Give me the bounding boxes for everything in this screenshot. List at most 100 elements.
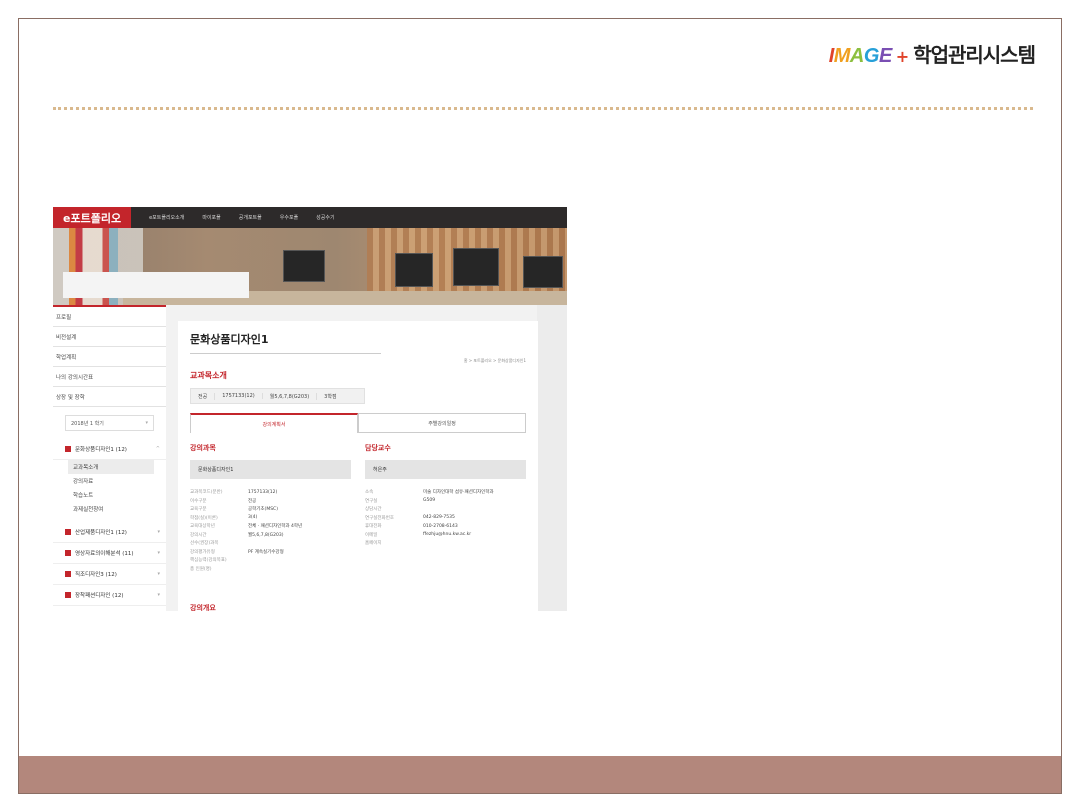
brand-letter: A [849,45,864,67]
course-header: 강의과목 [190,444,216,452]
detail-label: 연구실전화번호 [365,515,394,521]
detail-label: 선수(권장)과목 [190,541,219,547]
brand-letter: G [863,45,880,67]
sidebar-item-awards[interactable]: 상장 및 장학 [53,387,166,407]
sidebar-course[interactable]: 영상자료의이해분석 (11) ▾ [53,543,166,564]
detail-value: 미술 디자인대학 섬유·패션디자인학과 [423,490,494,496]
book-icon [65,446,71,452]
semester-select[interactable]: 2018년 1 학기 ▾ [65,415,154,431]
sidebar-sub-assignments[interactable]: 과제실천창여 [53,502,166,516]
detail-value: 3(4) [248,515,258,521]
detail-row: 교육대상학년 전체 · 패션디자인학과 4학년 [190,522,351,531]
course-name-box: 문화상품디자인1 [190,460,351,479]
sidebar-course[interactable]: 장착패션디자인 (12) ▾ [53,585,166,606]
portfolio-sidebar: 프로필 비전설계 학업계획 나의 강의시간표 상장 및 장학 2018년 1 학… [53,305,166,611]
detail-value: 010-2708-6143 [423,523,458,529]
detail-row: 이수구분 전공 [190,497,351,506]
detail-value: ffezhju@hnu.kw.ac.kr [423,532,472,538]
nav-item-my[interactable]: 마이포폴 [202,214,220,221]
detail-label: 총 인원(명) [190,566,212,572]
course-name: 산업제품디자인1 (12) [75,530,127,536]
info-code: 1757133(12) [215,393,263,399]
detail-row: 핵심능력(강의목표) [190,556,351,565]
detail-label: 핵심능력(강의목표) [190,558,227,564]
sidebar-course[interactable]: 직조디자인3 (12) ▾ [53,564,166,585]
detail-value: 공학기초(MSC) [248,507,278,513]
nav-item-intro[interactable]: e포트폴리오소개 [149,214,184,221]
detail-label: 교과목코드(분반) [190,490,223,496]
detail-label: 이수구분 [190,498,207,504]
sidebar-sub-notes[interactable]: 학습노트 [53,488,166,502]
sidebar-course[interactable]: 산업제품디자인1 (12) ▾ [53,522,166,543]
chevron-down-icon: ▾ [157,592,160,598]
detail-value: 1757133(12) [248,489,278,495]
professor-header: 담당교수 [365,444,391,452]
monitor-image [283,250,325,282]
info-category: 전공 [191,392,216,400]
sidebar-item-study-plan[interactable]: 학업계획 [53,347,166,367]
sidebar-sub-course-intro[interactable]: 교과목소개 [68,460,154,474]
detail-row: 소속 미술 디자인대학 섬유·패션디자인학과 [365,488,526,497]
sidebar-item-vision[interactable]: 비전설계 [53,327,166,347]
chevron-up-icon: ^ [155,446,160,452]
course-name: 장착패션디자인 (12) [75,593,124,599]
presentation-slide: IMAGE + 학업관리시스템 e포트폴리오 e포트폴리오소개 마이포폴 공개포… [18,18,1062,794]
brand-letter: M [833,45,851,67]
nav-item-public[interactable]: 공개포트폴 [239,214,262,221]
sidebar-course[interactable]: 문화상품디자인1 (12) ^ [53,439,166,460]
detail-row: 상담시간 [365,505,526,514]
course-detail-rows: 교과목코드(분반) 1757133(12) 이수구분 전공 교육구분 공학기초(MSC) 학… [190,488,351,573]
portal-top-nav: e포트폴리오 e포트폴리오소개 마이포폴 공개포트폴 우수포폴 성공수기 [53,207,567,228]
info-credits: 3학점 [324,393,337,400]
detail-label: 상담시간 [365,507,382,513]
detail-row: 교과목코드(분반) 1757133(12) [190,488,351,497]
detail-label: 이메일 [365,532,378,538]
detail-row: 홈페이지 [365,539,526,548]
course-name: 직조디자인3 (12) [75,572,117,578]
detail-value: 월5,6,7,8(G203) [248,532,284,538]
detail-label: 교육구분 [190,507,207,513]
sidebar-item-profile[interactable]: 프로필 [53,307,166,327]
right-gutter [537,305,567,611]
detail-value: 042-829-7535 [423,515,455,521]
dotted-divider [53,107,1033,110]
course-name: 문화상품디자인1 (12) [75,447,127,453]
detail-value: 전체 · 패션디자인학과 4학년 [248,524,303,530]
portfolio-screenshot: e포트폴리오 e포트폴리오소개 마이포폴 공개포트폴 우수포폴 성공수기 프로필… [53,207,567,611]
detail-value: G509 [423,498,436,504]
sidebar-sub-materials[interactable]: 강의자료 [53,474,166,488]
book-icon [65,571,71,577]
semester-value: 2018년 1 학기 [71,420,104,427]
syllabus-columns: 강의과목 문화상품디자인1 교과목코드(분반) 1757133(12) 이수구분 전공… [190,443,526,573]
sidebar-item-timetable[interactable]: 나의 강의시간표 [53,367,166,387]
detail-label: 소속 [365,490,374,496]
footer-bar [19,756,1061,793]
overview-title: 강의개요 [190,604,216,611]
detail-row: 연구실 G509 [365,497,526,506]
tab-syllabus[interactable]: 강의계획서 [190,413,358,433]
monitor-image [453,248,499,286]
breadcrumb: 홈 > 포트폴리오 > 문화상품디자인1 [463,358,526,363]
detail-row: 교육구분 공학기초(MSC) [190,505,351,514]
chevron-down-icon: ▾ [157,571,160,577]
portal-logo[interactable]: e포트폴리오 [53,207,132,228]
brand-image-text: IMAGE [829,45,893,68]
page-title: 문화상품디자인1 [190,331,381,354]
book-icon [65,550,71,556]
tab-weekly-schedule[interactable]: 주별강의일정 [358,413,526,433]
detail-row: 강의평가유형 PF 계속실기수강형 [190,548,351,557]
detail-row: 이메일 ffezhju@hnu.kw.ac.kr [365,531,526,540]
brand-plus: + [895,47,910,66]
section-title: 교과목소개 [190,371,227,380]
brand-system-name: 학업관리시스템 [913,43,1036,67]
brand-letter: E [878,45,892,67]
book-icon [65,592,71,598]
chevron-down-icon: ▾ [145,420,148,426]
chevron-down-icon: ▾ [157,550,160,556]
detail-label: 휴대전화 [365,524,382,530]
detail-label: 강의평가유형 [190,549,215,555]
nav-item-stories[interactable]: 성공수기 [316,214,334,221]
banner-text-box [63,272,249,298]
course-name: 영상자료의이해분석 (11) [75,551,134,557]
nav-item-best[interactable]: 우수포폴 [280,214,298,221]
